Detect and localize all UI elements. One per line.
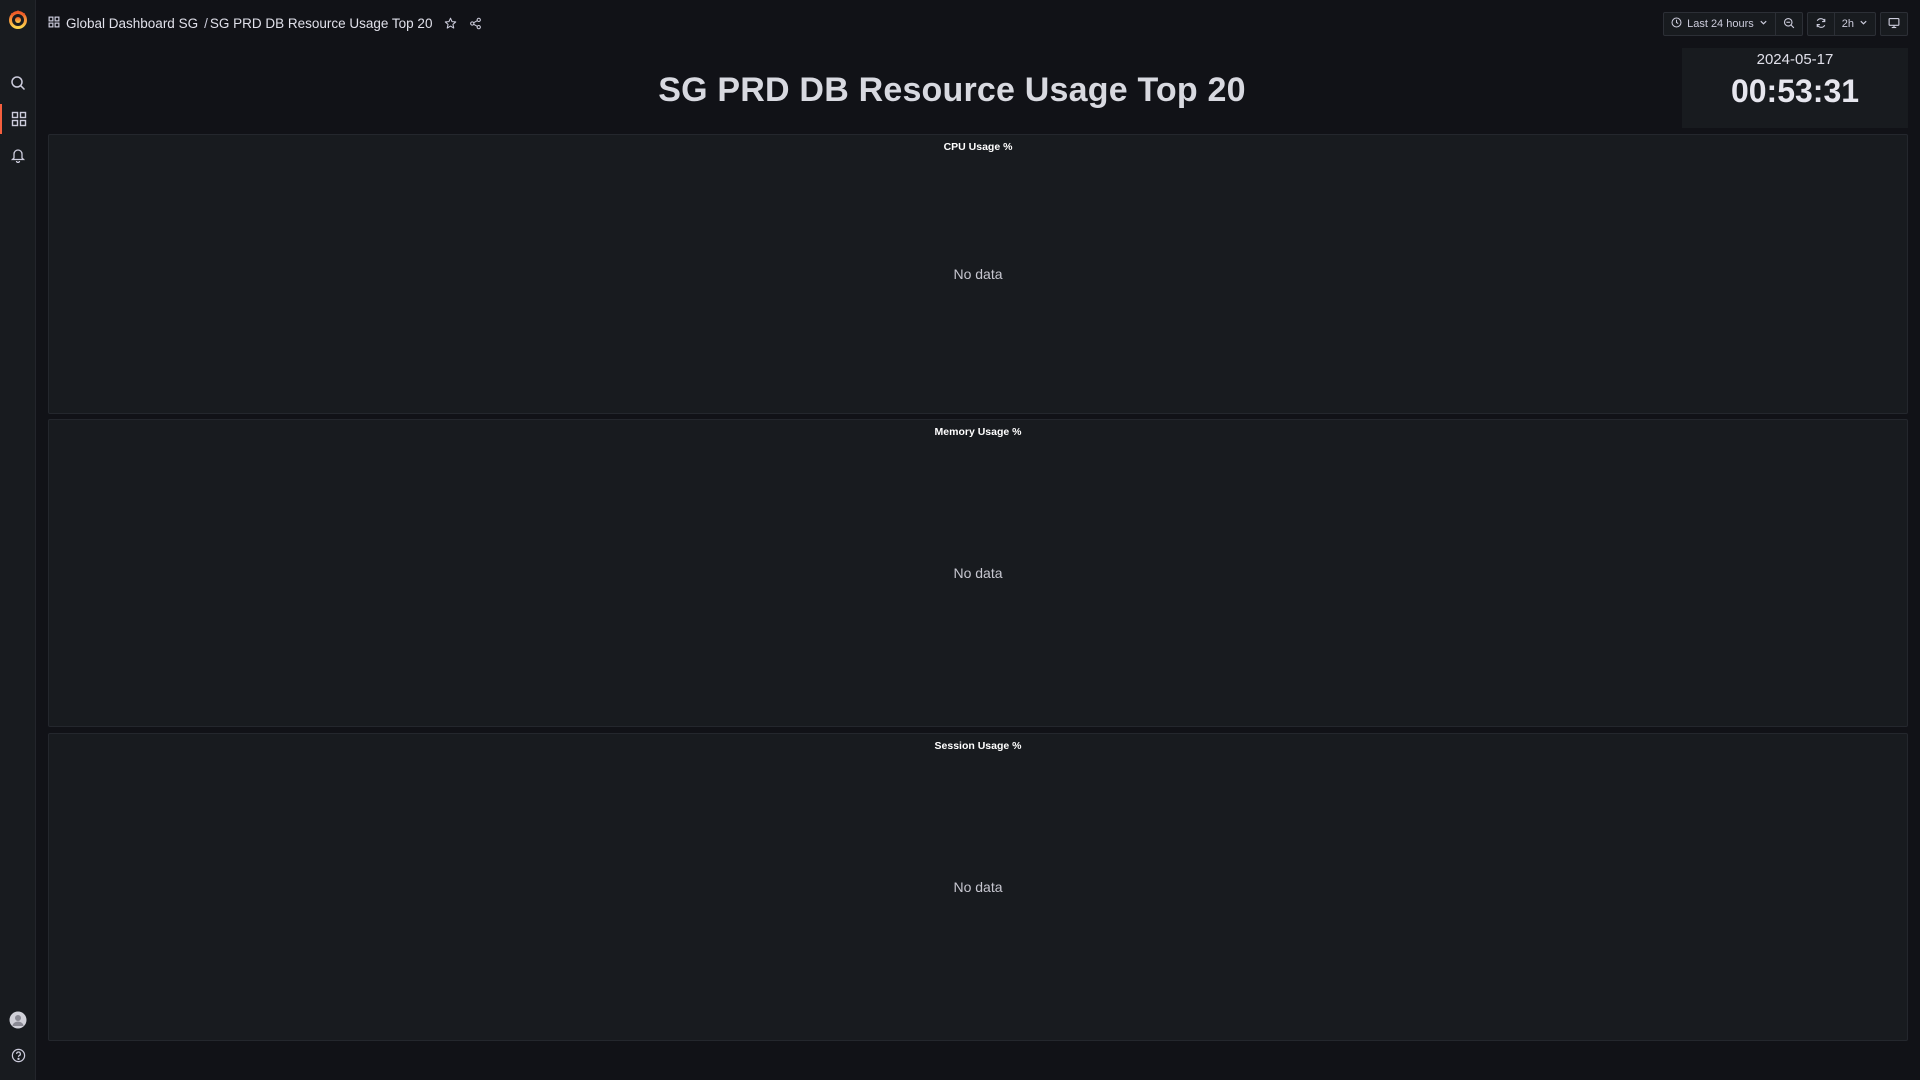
time-range-label: Last 24 hours <box>1687 18 1754 30</box>
dashboards-icon <box>48 16 60 31</box>
zoom-out-icon <box>1783 17 1795 32</box>
clock-icon <box>1671 17 1682 31</box>
chevron-down-icon <box>1859 18 1868 30</box>
panel-title[interactable]: Session Usage % <box>49 740 1907 752</box>
refresh-group: 2h <box>1806 12 1876 36</box>
breadcrumb-dashboard-title[interactable]: SG PRD DB Resource Usage Top 20 <box>210 16 433 31</box>
no-data-message: No data <box>953 565 1003 581</box>
time-range-group: Last 24 hours <box>1663 12 1803 36</box>
refresh-interval-label: 2h <box>1841 18 1854 30</box>
help-icon[interactable] <box>0 1040 36 1070</box>
refresh-icon <box>1815 17 1827 32</box>
no-data-message: No data <box>953 879 1003 895</box>
refresh-interval-picker[interactable]: 2h <box>1833 13 1875 35</box>
breadcrumb-folder-link[interactable]: Global Dashboard SG <box>66 16 198 31</box>
panel-title[interactable]: CPU Usage % <box>49 141 1907 153</box>
sidebar <box>0 0 36 1080</box>
clock-date: 2024-05-17 <box>1756 51 1834 68</box>
dashboard-title-panel: SG PRD DB Resource Usage Top 20 <box>48 48 1856 132</box>
dashboards-grid-icon[interactable] <box>0 104 36 134</box>
chevron-down-icon <box>1759 18 1768 30</box>
refresh-button[interactable] <box>1808 13 1834 35</box>
no-data-message: No data <box>953 266 1003 282</box>
clock-panel: 2024-05-17 00:53:31 <box>1682 48 1908 128</box>
cpu-usage-panel[interactable]: CPU Usage % No data <box>48 134 1908 414</box>
zoom-out-button[interactable] <box>1774 13 1802 35</box>
clock-time: 00:53:31 <box>1730 73 1860 109</box>
bell-icon[interactable] <box>0 140 36 170</box>
session-usage-panel[interactable]: Session Usage % No data <box>48 733 1908 1041</box>
time-range-picker[interactable]: Last 24 hours <box>1664 13 1775 35</box>
memory-usage-panel[interactable]: Memory Usage % No data <box>48 419 1908 727</box>
search-icon[interactable] <box>0 68 36 98</box>
monitor-icon <box>1888 17 1900 32</box>
top-bar: Global Dashboard SG / SG PRD DB Resource… <box>36 0 1920 46</box>
share-icon[interactable] <box>469 17 482 30</box>
panel-title[interactable]: Memory Usage % <box>49 426 1907 438</box>
breadcrumb-separator: / <box>204 15 208 31</box>
breadcrumb: Global Dashboard SG / SG PRD DB Resource… <box>48 14 482 32</box>
grafana-logo[interactable] <box>0 4 36 34</box>
view-mode-group <box>1880 12 1908 36</box>
tv-mode-button[interactable] <box>1881 13 1907 35</box>
dashboard-heading: SG PRD DB Resource Usage Top 20 <box>658 70 1246 109</box>
avatar[interactable] <box>0 1005 36 1035</box>
star-icon[interactable] <box>444 17 457 30</box>
dashboard-toolbar: Last 24 hours 2h <box>1663 12 1908 36</box>
